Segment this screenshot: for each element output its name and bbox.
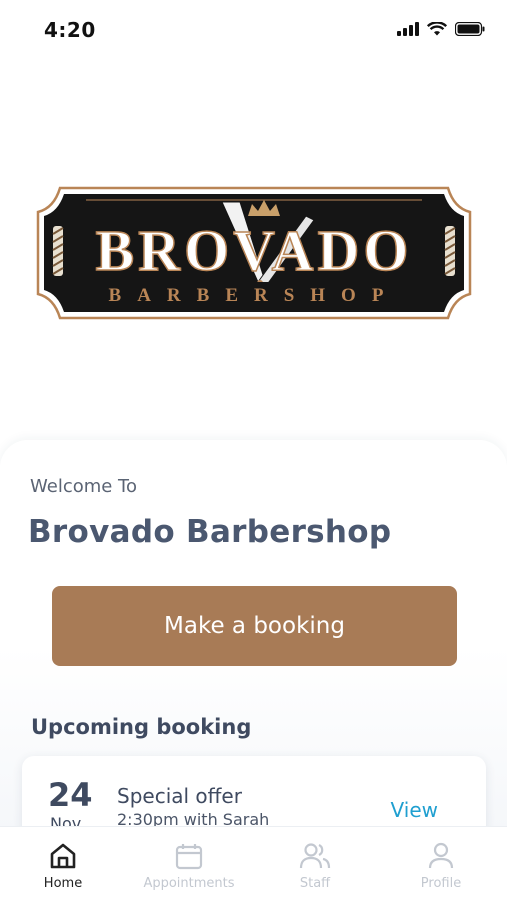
status-bar: 4:20 (0, 0, 507, 60)
status-time: 4:20 (44, 18, 96, 42)
tab-profile-label: Profile (420, 876, 462, 891)
tab-appointments-label: Appointments (143, 876, 235, 891)
barber-pole-left-icon (52, 226, 64, 276)
tab-profile[interactable]: Profile (378, 827, 504, 900)
logo-subtitle: BARBERSHOP (109, 285, 400, 306)
view-booking-link[interactable]: View (391, 798, 438, 822)
shop-name: Brovado Barbershop (28, 514, 392, 550)
tab-appointments[interactable]: Appointments (126, 827, 252, 900)
upcoming-booking-title: Upcoming booking (31, 715, 252, 739)
battery-icon (455, 22, 485, 36)
users-icon (299, 841, 331, 875)
booking-title: Special offer (117, 784, 242, 808)
tab-bar: Home Appointments Staff Profile (0, 826, 507, 900)
user-icon (426, 841, 456, 875)
barber-pole-right-icon (444, 226, 456, 276)
welcome-label: Welcome To (30, 476, 138, 497)
brovado-logo: BROVADO BARBERSHOP (36, 186, 472, 320)
home-icon (48, 841, 78, 875)
make-booking-button[interactable]: Make a booking (52, 586, 457, 666)
wifi-icon (427, 22, 447, 36)
tab-home-label: Home (43, 876, 83, 891)
calendar-icon (174, 841, 204, 875)
logo-wordmark: BROVADO (96, 218, 413, 283)
booking-day: 24 (48, 776, 93, 814)
tab-staff[interactable]: Staff (252, 827, 378, 900)
status-icons (397, 22, 485, 36)
cellular-signal-icon (397, 22, 419, 36)
tab-staff-label: Staff (299, 876, 331, 891)
tab-home[interactable]: Home (0, 827, 126, 900)
